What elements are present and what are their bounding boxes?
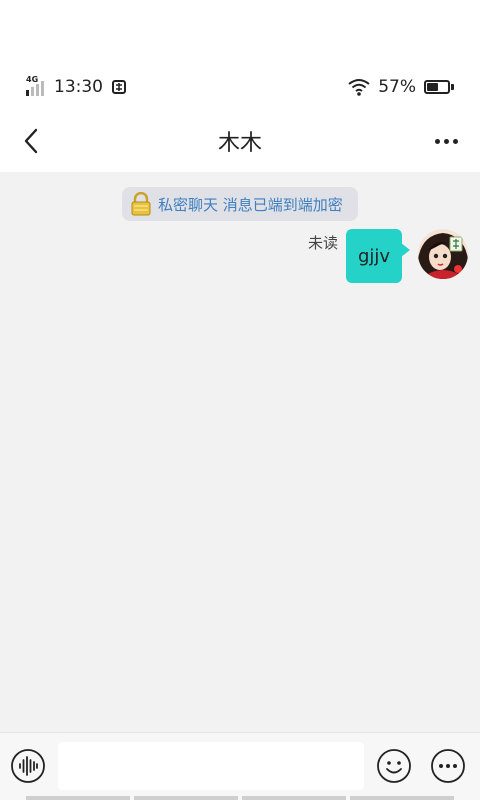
- more-options-icon: [431, 749, 465, 783]
- system-nav-indicator: [0, 796, 480, 800]
- lock-icon: [131, 192, 151, 216]
- top-spacer: [0, 0, 480, 64]
- more-options-button[interactable]: [430, 748, 466, 784]
- chat-area[interactable]: 私密聊天 消息已端到端加密 未读 gjjv: [0, 172, 480, 732]
- wifi-icon: [348, 79, 370, 96]
- message-text: gjjv: [357, 245, 391, 267]
- voice-button[interactable]: [10, 748, 46, 784]
- back-button[interactable]: [14, 124, 48, 158]
- chat-title: 木木: [217, 131, 262, 156]
- message-input[interactable]: [58, 742, 364, 790]
- more-button[interactable]: [430, 124, 462, 158]
- status-left: 4G 13:30: [26, 75, 127, 97]
- avatar[interactable]: [418, 229, 468, 279]
- status-right: 57%: [348, 77, 454, 97]
- chevron-left-icon: [24, 128, 38, 154]
- message-bubble[interactable]: gjjv: [346, 229, 410, 283]
- more-horizontal-icon: [434, 138, 440, 144]
- battery-icon: [424, 80, 454, 94]
- emoji-icon: [377, 749, 411, 783]
- status-bar: 4G 13:30 57%: [0, 64, 480, 110]
- emoji-button[interactable]: [376, 748, 412, 784]
- battery-percent: 57%: [378, 77, 416, 97]
- input-bar: [0, 732, 480, 800]
- message-row: 未读 gjjv: [308, 229, 468, 283]
- sync-icon: [112, 80, 126, 94]
- read-status: 未读: [307, 234, 338, 252]
- voice-wave-icon: [11, 749, 45, 783]
- nav-bar: 木木: [0, 110, 480, 172]
- encryption-notice: 私密聊天 消息已端到端加密: [122, 187, 358, 221]
- signal-icon: 4G: [26, 75, 46, 97]
- encryption-text: 私密聊天 消息已端到端加密: [158, 195, 343, 214]
- clock: 13:30: [54, 77, 103, 97]
